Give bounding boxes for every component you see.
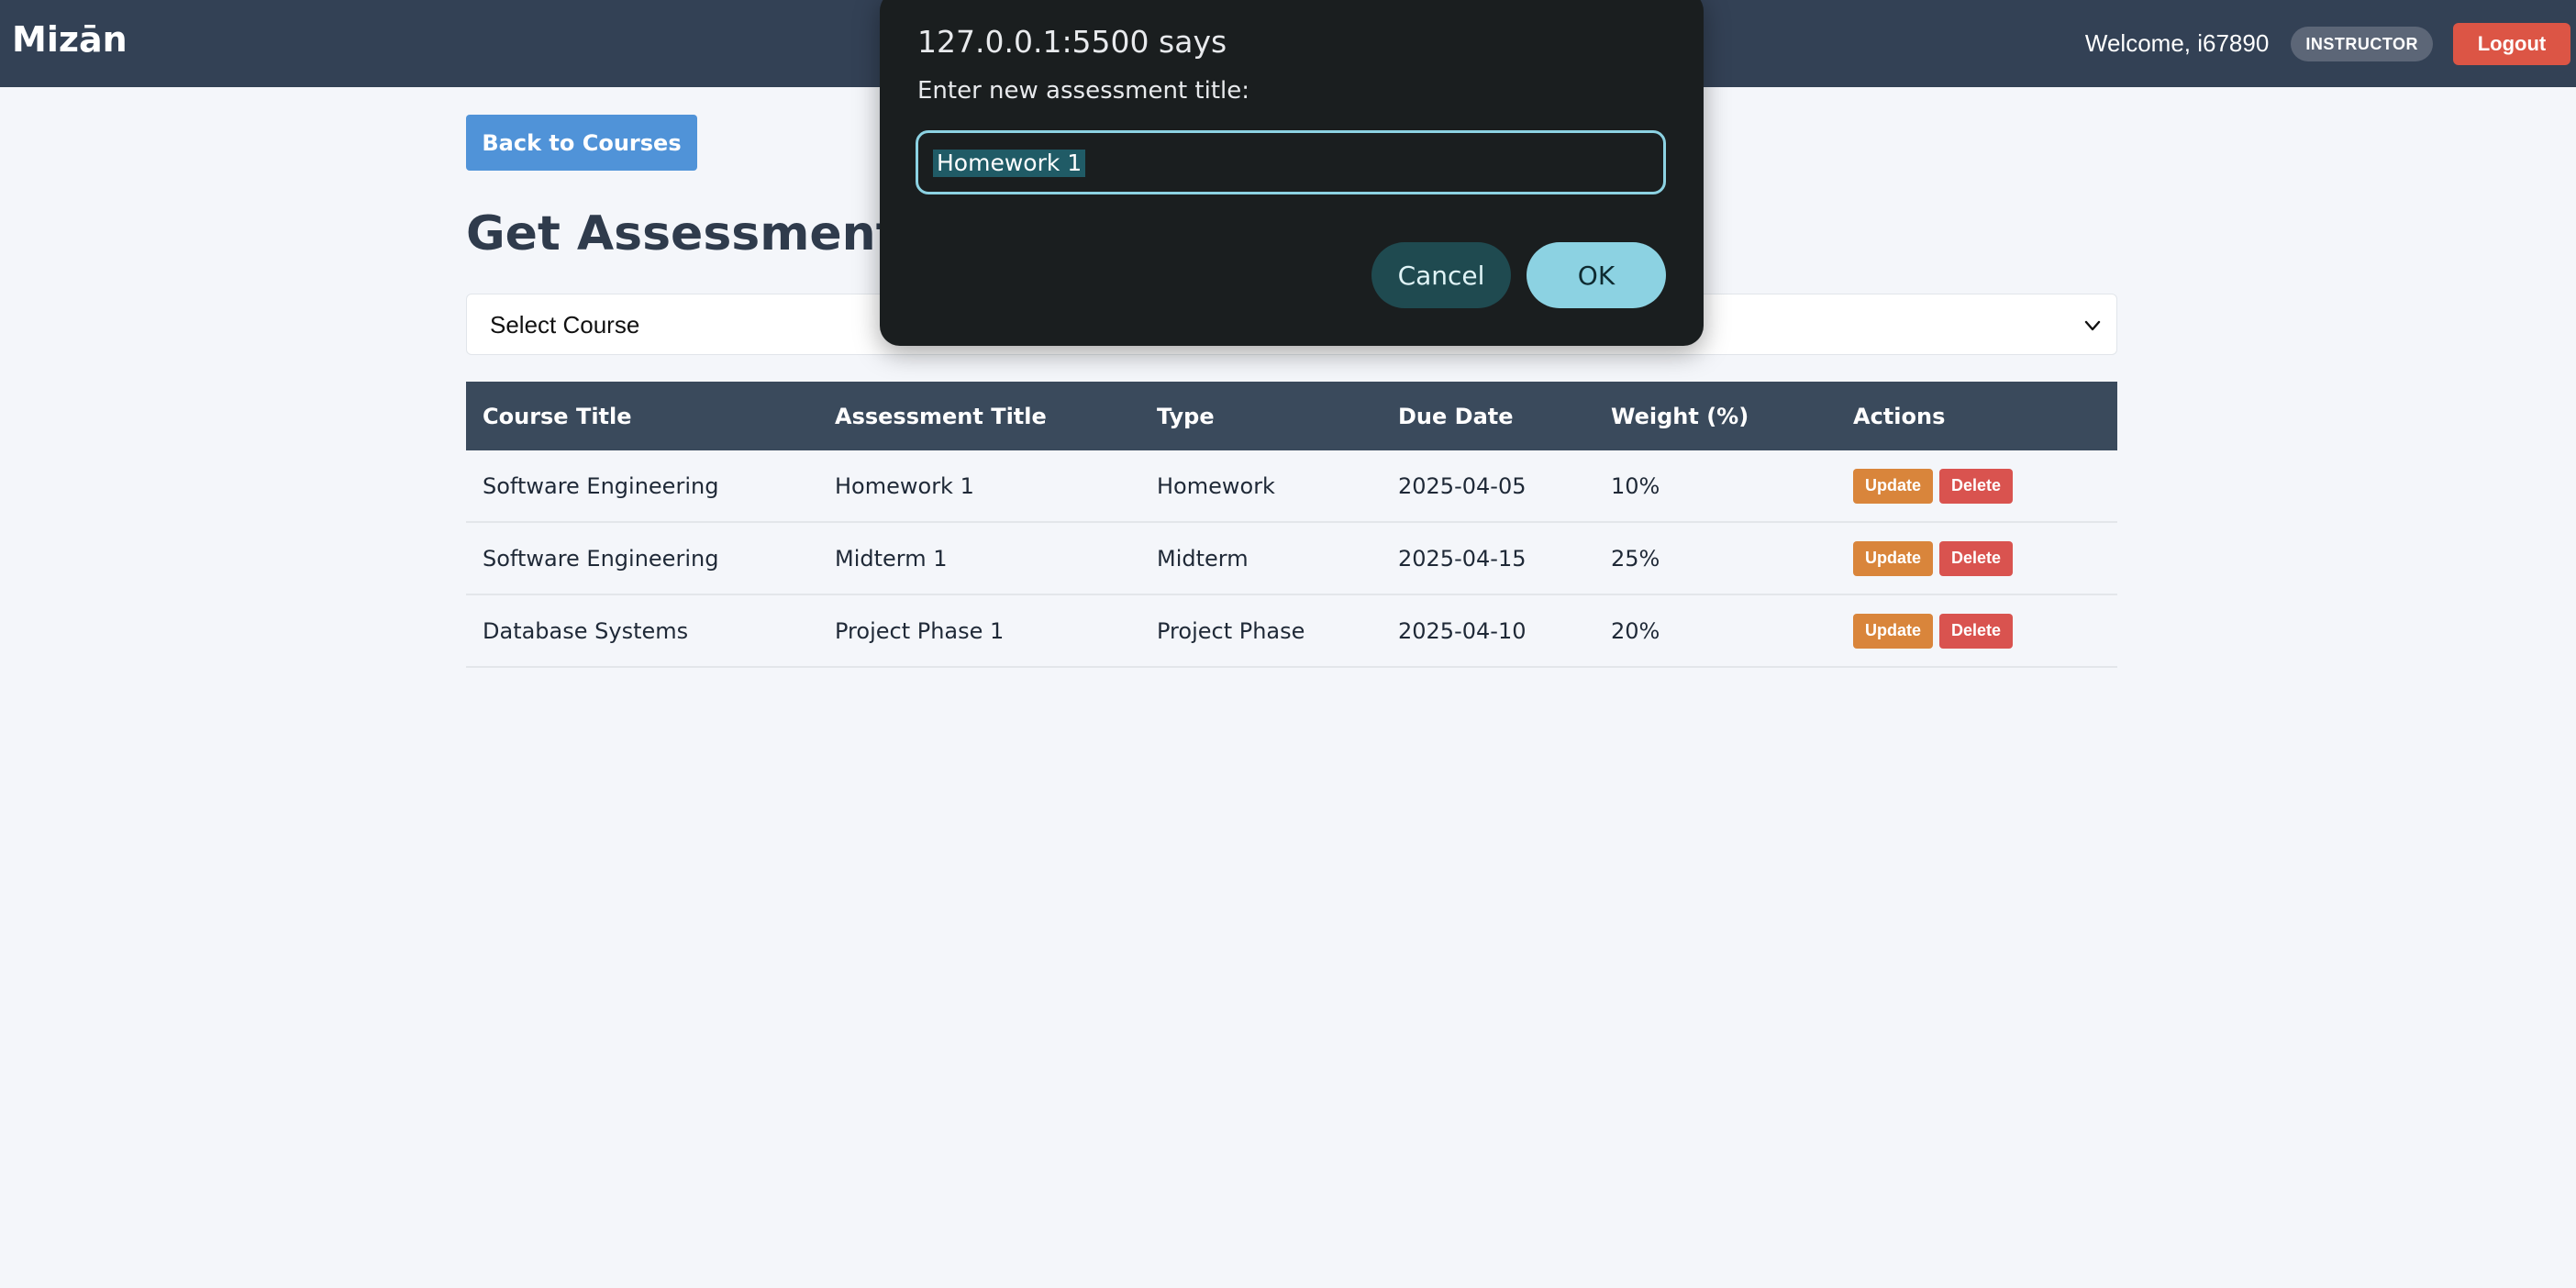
cell-assessment: Project Phase 1 bbox=[818, 594, 1140, 668]
delete-button[interactable]: Delete bbox=[1939, 540, 2014, 576]
header-weight: Weight (%) bbox=[1594, 382, 1837, 450]
header-course-title: Course Title bbox=[466, 382, 818, 450]
cell-course: Software Engineering bbox=[466, 522, 818, 595]
update-button[interactable]: Update bbox=[1853, 468, 1934, 504]
cell-type: Project Phase bbox=[1140, 594, 1382, 668]
delete-button[interactable]: Delete bbox=[1939, 613, 2014, 649]
welcome-text: Welcome, i67890 bbox=[2084, 29, 2270, 57]
header-assessment-title: Assessment Title bbox=[818, 382, 1140, 450]
table-row: Database Systems Project Phase 1 Project… bbox=[466, 594, 2117, 668]
ok-button[interactable]: OK bbox=[1527, 242, 1666, 308]
cell-type: Midterm bbox=[1140, 522, 1382, 595]
cell-actions: Update Delete bbox=[1837, 594, 2117, 668]
cell-course: Software Engineering bbox=[466, 450, 818, 523]
header-actions: Actions bbox=[1837, 382, 2117, 450]
cell-course: Database Systems bbox=[466, 594, 818, 668]
cancel-button[interactable]: Cancel bbox=[1371, 242, 1511, 308]
navbar-user-area: Welcome, i67890 INSTRUCTOR Logout bbox=[2085, 0, 2576, 87]
cell-weight: 20% bbox=[1594, 594, 1837, 668]
update-button[interactable]: Update bbox=[1853, 540, 1934, 576]
assessments-table: Course Title Assessment Title Type Due D… bbox=[466, 382, 2117, 668]
cell-due-date: 2025-04-10 bbox=[1382, 594, 1594, 668]
prompt-dialog: 127.0.0.1:5500 says Enter new assessment… bbox=[880, 0, 1704, 346]
header-due-date: Due Date bbox=[1382, 382, 1594, 450]
cell-weight: 25% bbox=[1594, 522, 1837, 595]
cell-assessment: Midterm 1 bbox=[818, 522, 1140, 595]
cell-assessment: Homework 1 bbox=[818, 450, 1140, 523]
logout-button[interactable]: Logout bbox=[2453, 22, 2570, 65]
chevron-down-icon bbox=[2084, 320, 2101, 331]
update-button[interactable]: Update bbox=[1853, 613, 1934, 649]
course-select-value: Select Course bbox=[490, 311, 640, 339]
back-to-courses-button[interactable]: Back to Courses bbox=[466, 115, 697, 171]
brand-logo[interactable]: Mizān bbox=[12, 17, 128, 62]
cell-type: Homework bbox=[1140, 450, 1382, 523]
delete-button[interactable]: Delete bbox=[1939, 468, 2014, 504]
header-type: Type bbox=[1140, 382, 1382, 450]
assessment-title-input-value[interactable]: Homework 1 bbox=[933, 150, 1086, 177]
cell-actions: Update Delete bbox=[1837, 450, 2117, 523]
dialog-message: Enter new assessment title: bbox=[917, 77, 1250, 105]
table-row: Software Engineering Midterm 1 Midterm 2… bbox=[466, 522, 2117, 595]
cell-due-date: 2025-04-15 bbox=[1382, 522, 1594, 595]
assessment-title-input[interactable]: Homework 1 bbox=[916, 130, 1666, 194]
dialog-title: 127.0.0.1:5500 says bbox=[917, 24, 1227, 60]
cell-actions: Update Delete bbox=[1837, 522, 2117, 595]
role-badge: INSTRUCTOR bbox=[2291, 26, 2433, 61]
table-header-row: Course Title Assessment Title Type Due D… bbox=[466, 382, 2117, 450]
cell-due-date: 2025-04-05 bbox=[1382, 450, 1594, 523]
cell-weight: 10% bbox=[1594, 450, 1837, 523]
table-row: Software Engineering Homework 1 Homework… bbox=[466, 450, 2117, 523]
